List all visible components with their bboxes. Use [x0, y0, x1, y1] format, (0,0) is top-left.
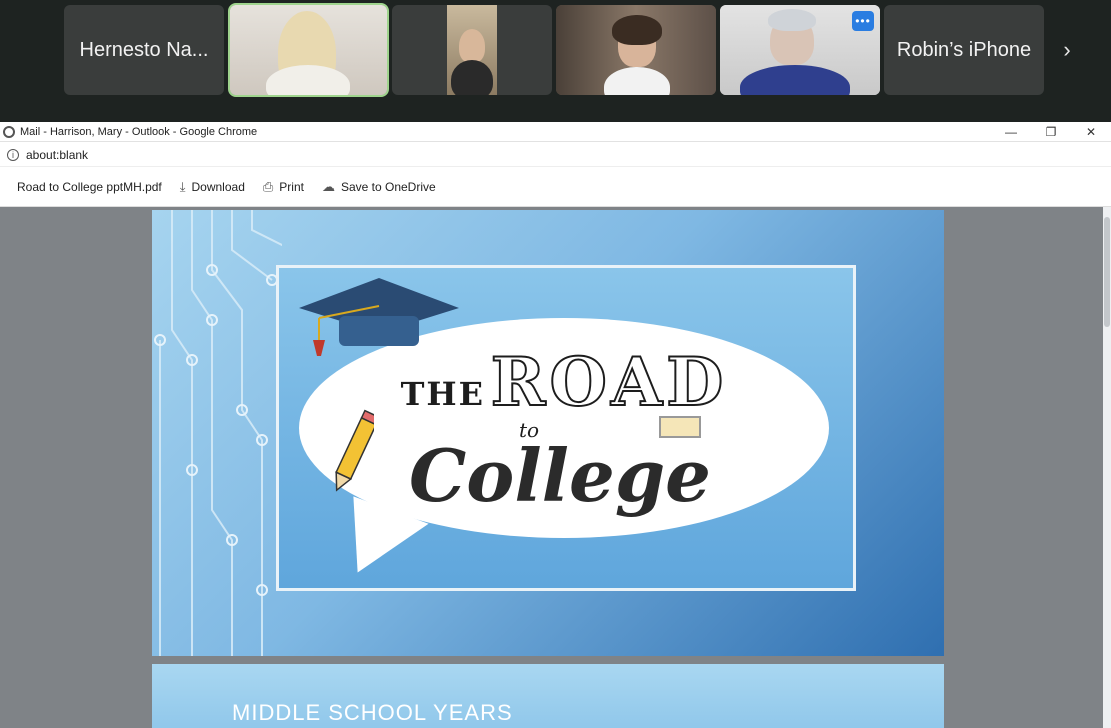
pdf-viewer[interactable]: THE ROAD to College MIDDLE SCHOOL YEARS [0, 207, 1111, 728]
restore-button[interactable]: ❐ [1031, 122, 1071, 142]
print-button[interactable]: ⎙ Print [263, 179, 304, 195]
pdf-filename: Road to College pptMH.pdf [17, 179, 162, 194]
logo-word-road: ROAD [490, 342, 728, 422]
download-icon: ⤓ [179, 178, 186, 194]
print-label: Print [279, 179, 304, 194]
participant-video [230, 5, 387, 95]
participant-name: Hernesto Na... [79, 38, 209, 61]
window-title: Mail - Harrison, Mary - Outlook - Google… [20, 125, 258, 138]
vertical-scrollbar[interactable] [1103, 207, 1111, 728]
close-button[interactable]: ✕ [1071, 122, 1111, 142]
cloud-icon: ☁ [321, 178, 335, 194]
participant-tile-video-2[interactable] [392, 5, 552, 95]
road-to-college-logo-card: THE ROAD to College [276, 265, 856, 591]
participant-tile-video-3[interactable] [556, 5, 716, 95]
slide-title-page: THE ROAD to College [152, 210, 944, 656]
participant-shirt [604, 67, 670, 95]
participant-shirt [740, 65, 850, 95]
participant-video [556, 5, 716, 95]
address-bar[interactable]: i about:blank [0, 143, 1111, 167]
download-label: Download [191, 179, 245, 194]
participant-shirt [451, 60, 493, 95]
participant-hair [612, 15, 662, 45]
save-to-onedrive-button[interactable]: ☁ Save to OneDrive [322, 179, 436, 195]
logo-heading: THE ROAD [334, 342, 794, 422]
participant-tile-video-1[interactable] [228, 3, 389, 97]
download-button[interactable]: ⤓ Download [180, 179, 245, 195]
participant-tile-video-4[interactable]: ••• [720, 5, 880, 95]
chrome-icon [3, 125, 15, 138]
participant-shirt [266, 65, 350, 95]
window-controls: — ❐ ✕ [991, 122, 1111, 142]
window-titlebar: Mail - Harrison, Mary - Outlook - Google… [0, 122, 1111, 142]
logo-word-college: College [409, 433, 711, 518]
pencil-icon [335, 409, 374, 492]
info-icon[interactable]: i [7, 148, 19, 161]
pdf-toolbar: Road to College pptMH.pdf ⤓ Download ⎙ P… [0, 167, 1111, 207]
more-options-button[interactable]: ••• [852, 11, 874, 31]
onedrive-label: Save to OneDrive [340, 179, 436, 194]
slide-middle-school: MIDDLE SCHOOL YEARS [152, 664, 944, 728]
printer-icon: ⎙ [262, 178, 274, 194]
slide-heading: MIDDLE SCHOOL YEARS [232, 700, 513, 725]
browser-window: Mail - Harrison, Mary - Outlook - Google… [0, 122, 1111, 728]
participant-video [447, 5, 497, 95]
participant-hair [768, 9, 816, 31]
minimize-button[interactable]: — [991, 122, 1031, 142]
participant-tile-hernesto[interactable]: Hernesto Na... [64, 5, 224, 95]
participant-name: Robin’s iPhone [896, 38, 1032, 61]
participant-silhouette [459, 29, 485, 63]
meeting-participant-strip: Hernesto Na... ••• Robin’s iPhone › [0, 0, 1111, 122]
logo-word-the: THE [400, 375, 486, 413]
circuit-decoration [154, 210, 282, 656]
url-text[interactable]: about:blank [26, 148, 88, 162]
chevron-right-icon[interactable]: › [1054, 30, 1080, 70]
scrollbar-thumb[interactable] [1104, 217, 1110, 327]
participant-tile-robin[interactable]: Robin’s iPhone [884, 5, 1044, 95]
